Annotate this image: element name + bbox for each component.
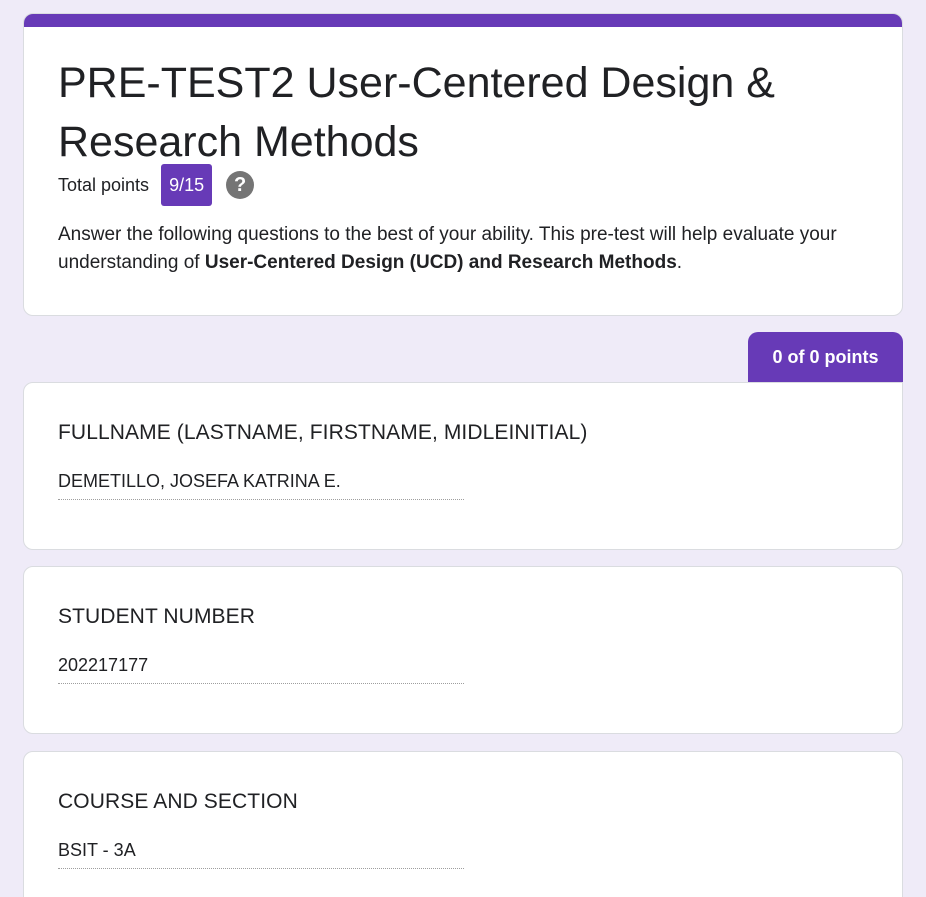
question-card-fullname: FULLNAME (LASTNAME, FIRSTNAME, MIDLEINIT… [23,382,903,550]
total-points-label: Total points [58,174,150,195]
answer-field: BSIT - 3A [58,840,464,869]
header-accent-bar [24,14,902,27]
total-points-badge: 9/15 [161,164,213,206]
total-points-row: Total points 9/15 ? [58,164,255,206]
question-label: FULLNAME (LASTNAME, FIRSTNAME, MIDLEINIT… [58,421,588,444]
description-end: . [676,252,683,273]
question-card-course-section: COURSE AND SECTION BSIT - 3A [23,751,903,897]
description-bold-text: User-Centered Design (UCD) and Research … [204,252,677,273]
question-card-student-number: STUDENT NUMBER 202217177 [23,566,903,734]
answer-field: 202217177 [58,655,464,684]
question-label: STUDENT NUMBER [58,605,256,628]
answer-field: DEMETILLO, JOSEFA KATRINA E. [58,471,464,500]
question-label: COURSE AND SECTION [58,790,298,813]
form-header-card: PRE-TEST2 User-Centered Design & Researc… [23,13,903,316]
form-title: PRE-TEST2 User-Centered Design & Researc… [58,59,775,166]
section-score-tab: 0 of 0 points [748,332,903,383]
form-description: Answer the following questions to the be… [58,221,878,277]
question-mark-icon[interactable]: ? [226,171,255,199]
